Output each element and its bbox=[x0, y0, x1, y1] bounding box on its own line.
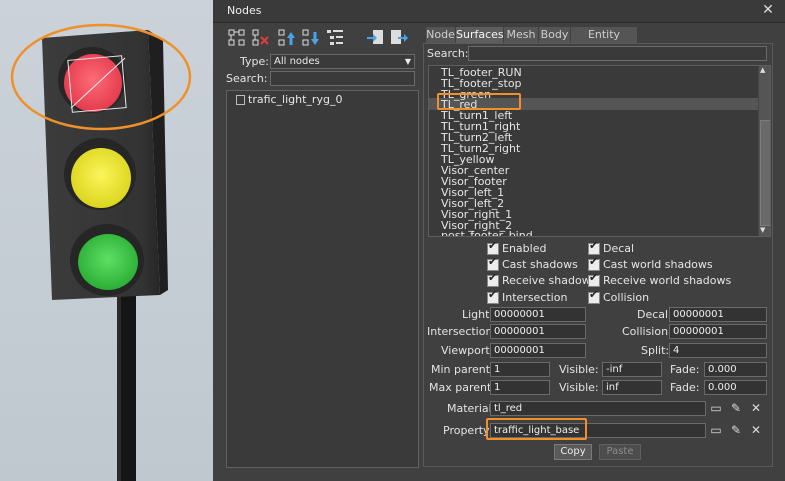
node-tree[interactable]: trafic_light_ryg_0 bbox=[226, 90, 419, 468]
node-add-icon[interactable] bbox=[227, 28, 247, 48]
type-select-value: All nodes bbox=[274, 56, 320, 67]
type-select[interactable]: All nodes ▼ bbox=[270, 54, 415, 69]
tab-body[interactable]: Body bbox=[538, 26, 571, 44]
surface-search-label: Search: bbox=[427, 47, 469, 60]
close-icon[interactable]: ✕ bbox=[761, 3, 775, 17]
edit-icon[interactable]: ✎ bbox=[729, 423, 743, 437]
properties-pane: Node Surfaces Mesh Body Entity Fields Se… bbox=[423, 24, 773, 470]
tree-item-label: trafic_light_ryg_0 bbox=[248, 93, 343, 106]
surface-list-scrollbar[interactable]: ▲ ▼ bbox=[758, 66, 770, 236]
viewport-mask-label: Viewport: bbox=[441, 344, 494, 357]
surface-list[interactable]: TL_footer_RUN TL_footer_stop TL_green TL… bbox=[428, 65, 771, 237]
3d-viewport[interactable] bbox=[0, 0, 213, 481]
min-visible-field[interactable]: -inf bbox=[602, 362, 662, 377]
type-label: Type: bbox=[240, 55, 269, 68]
decal-mask-label: Decal: bbox=[637, 308, 672, 321]
move-down-icon[interactable] bbox=[301, 28, 321, 48]
scroll-thumb[interactable] bbox=[760, 120, 770, 226]
edit-icon[interactable]: ✎ bbox=[729, 401, 743, 415]
tree-list-icon[interactable] bbox=[325, 28, 345, 48]
split-field[interactable]: 4 bbox=[669, 343, 767, 358]
node-delete-icon[interactable] bbox=[251, 28, 271, 48]
node-tree-pane: Type: All nodes ▼ Search: trafic_light_r… bbox=[223, 24, 419, 468]
min-parent-field[interactable]: 1 bbox=[490, 362, 550, 377]
intersection-mask-label: Intersection: bbox=[427, 325, 497, 338]
move-up-icon[interactable] bbox=[277, 28, 297, 48]
traffic-light-model bbox=[10, 23, 192, 481]
viewport-mask-field[interactable]: 00000001 bbox=[490, 343, 586, 358]
search-label: Search: bbox=[226, 72, 268, 85]
tab-surfaces[interactable]: Surfaces bbox=[455, 26, 504, 44]
yellow-lamp bbox=[71, 148, 131, 208]
min-fade-field[interactable]: 0.000 bbox=[704, 362, 767, 377]
list-item[interactable]: post_footer_bind bbox=[441, 229, 533, 236]
import-icon[interactable] bbox=[365, 28, 385, 48]
tab-mesh[interactable]: Mesh bbox=[503, 26, 539, 44]
folder-icon[interactable]: ▭ bbox=[709, 401, 723, 415]
collision-mask-field[interactable]: 00000001 bbox=[669, 324, 767, 339]
tab-node[interactable]: Node bbox=[425, 26, 456, 44]
node-search-input[interactable] bbox=[270, 71, 415, 86]
intersection-mask-field[interactable]: 00000001 bbox=[490, 324, 586, 339]
green-lamp bbox=[78, 234, 138, 290]
clear-icon[interactable]: ✕ bbox=[749, 423, 763, 437]
material-label: Material: bbox=[447, 402, 496, 415]
title-bar: Nodes ✕ bbox=[213, 0, 785, 23]
max-parent-label: Max parent: bbox=[429, 381, 495, 394]
scroll-down-icon[interactable]: ▼ bbox=[760, 226, 765, 234]
collision-mask-label: Collision: bbox=[622, 325, 672, 338]
export-icon[interactable] bbox=[389, 28, 409, 48]
max-fade-field[interactable]: 0.000 bbox=[704, 380, 767, 395]
light-mask-label: Light: bbox=[462, 308, 494, 321]
material-field[interactable]: tl_red bbox=[490, 401, 706, 416]
decal-mask-field[interactable]: 00000001 bbox=[669, 307, 767, 322]
surfaces-panel: Search: TL_footer_RUN TL_footer_stop TL_… bbox=[423, 43, 773, 467]
paste-button[interactable]: Paste bbox=[599, 444, 641, 460]
surface-search-input[interactable] bbox=[468, 46, 767, 61]
window-title: Nodes bbox=[227, 4, 262, 17]
node-icon bbox=[236, 95, 245, 105]
max-visible-label: Visible: bbox=[559, 381, 599, 394]
max-parent-field[interactable]: 1 bbox=[490, 380, 550, 395]
red-lamp bbox=[64, 54, 122, 112]
scroll-up-icon[interactable]: ▲ bbox=[760, 66, 765, 74]
clear-icon[interactable]: ✕ bbox=[749, 401, 763, 415]
min-visible-label: Visible: bbox=[559, 363, 599, 376]
split-label: Split: bbox=[641, 344, 670, 357]
nodes-window: Nodes ✕ Type: All nodes ▼ Search: trafic… bbox=[213, 0, 785, 481]
folder-icon[interactable]: ▭ bbox=[709, 423, 723, 437]
property-highlight-box bbox=[486, 418, 587, 440]
light-mask-field[interactable]: 00000001 bbox=[490, 307, 586, 322]
min-parent-label: Min parent: bbox=[431, 363, 494, 376]
selection-highlight-box bbox=[437, 93, 521, 110]
chevron-down-icon: ▼ bbox=[404, 57, 411, 66]
min-fade-label: Fade: bbox=[670, 363, 700, 376]
copy-button[interactable]: Copy bbox=[554, 444, 592, 460]
tab-entity-fields[interactable]: Entity Fields bbox=[570, 26, 638, 57]
max-fade-label: Fade: bbox=[670, 381, 700, 394]
max-visible-field[interactable]: inf bbox=[602, 380, 662, 395]
